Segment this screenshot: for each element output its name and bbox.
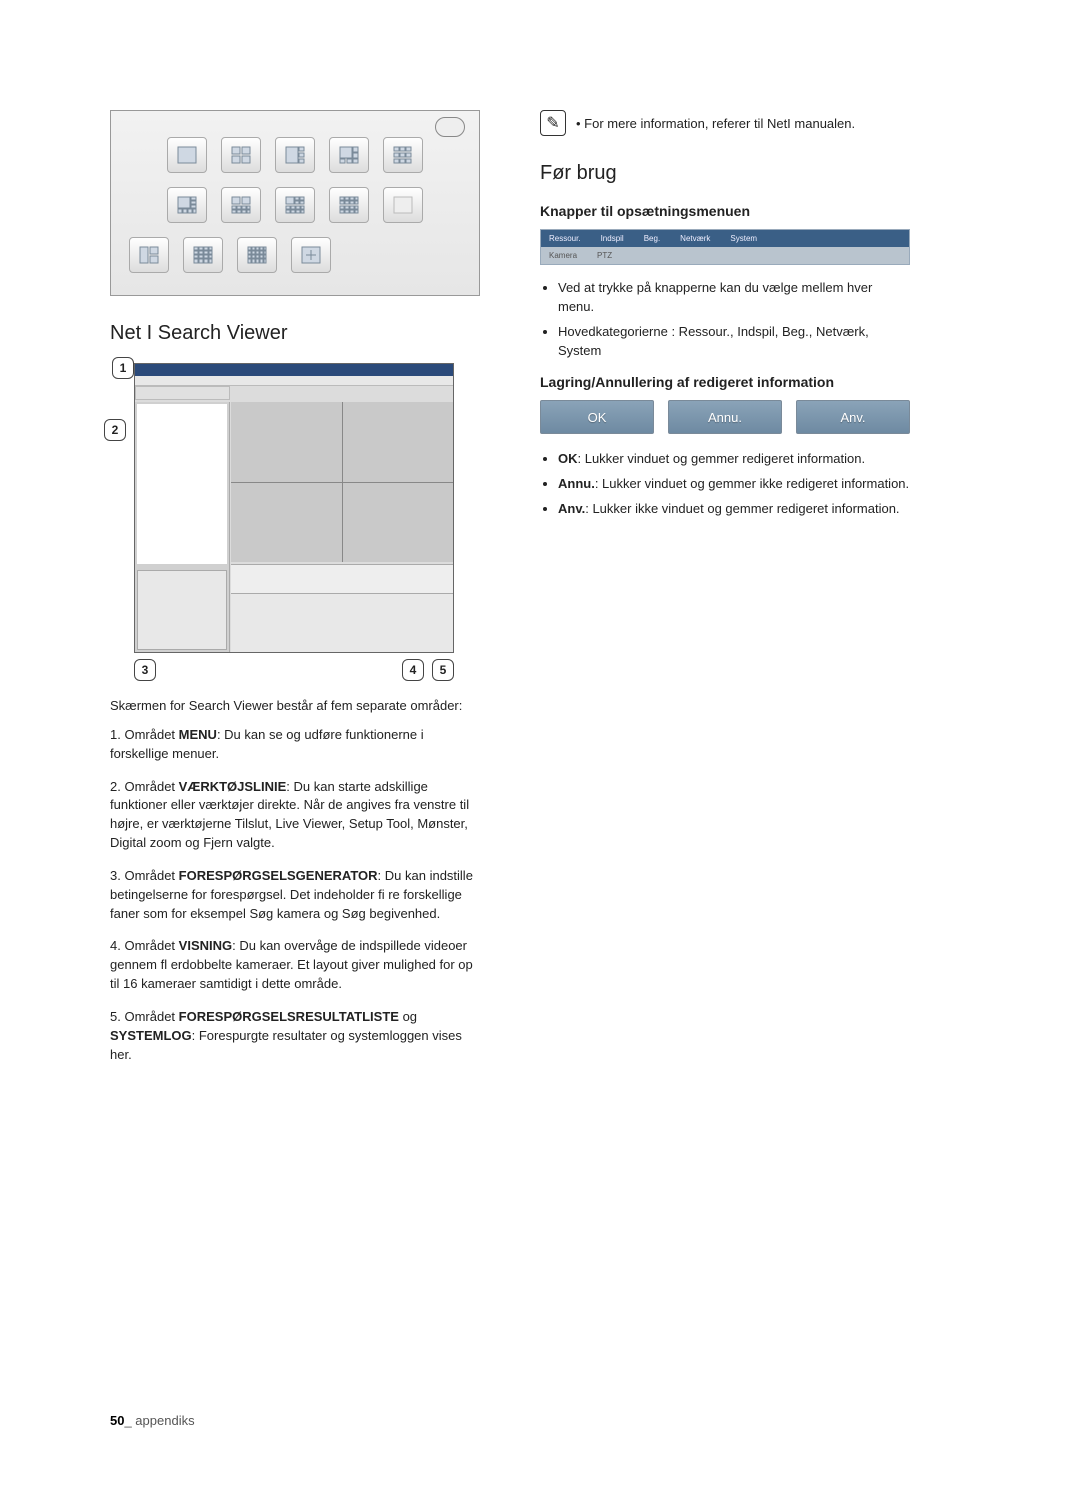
section-title-search-viewer: Net I Search Viewer (110, 322, 480, 345)
layout-1plus12-icon (275, 187, 315, 223)
bullet-ok: OK: Lukker vinduet og gemmer redigeret i… (558, 450, 910, 469)
anv-button[interactable]: Anv. (796, 400, 910, 434)
callout-2: 2 (104, 419, 126, 441)
layout-3x3-icon (383, 137, 423, 173)
layout-5b-icon (183, 237, 223, 273)
list-item-3: 3. Området FORESPØRGSELSGENERATOR: Du ka… (110, 867, 480, 924)
layout-2x2-icon (221, 137, 261, 173)
list-item-4: 4. Området VISNING: Du kan overvåge de i… (110, 937, 480, 994)
heading-save-cancel: Lagring/Annullering af redigeret informa… (540, 374, 910, 390)
layout-2plus8-icon (221, 187, 261, 223)
note-icon: ✎ (540, 110, 566, 136)
layout-5c-icon (237, 237, 277, 273)
layout-1x1-icon (167, 137, 207, 173)
annu-button[interactable]: Annu. (668, 400, 782, 434)
callout-3: 3 (134, 659, 156, 681)
heading-before-use: Før brug (540, 162, 910, 185)
layout-1plus7-icon (167, 187, 207, 223)
intro-text: Skærmen for Search Viewer består af fem … (110, 697, 480, 716)
bullet-annu: Annu.: Lukker vinduet og gemmer ikke red… (558, 475, 910, 494)
layout-1plus5-icon (329, 137, 369, 173)
heading-setup-buttons: Knapper til opsætningsmenuen (540, 203, 910, 219)
layout-5a-icon (129, 237, 169, 273)
layout-1plus3-icon (275, 137, 315, 173)
list-item-1: 1. Området MENU: Du kan se og udføre fun… (110, 726, 480, 764)
corner-badge (435, 117, 465, 137)
bullet-menu-2: Hovedkategorierne : Ressour., Indspil, B… (558, 323, 910, 361)
callout-5: 5 (432, 659, 454, 681)
layout-4x4-icon (329, 187, 369, 223)
list-item-2: 2. Området VÆRKTØJSLINIE: Du kan starte … (110, 778, 480, 853)
search-viewer-screenshot (134, 363, 454, 653)
note-text: For mere information, referer til NetI m… (584, 116, 855, 131)
bullet-menu-1: Ved at trykke på knapperne kan du vælge … (558, 279, 910, 317)
layout-selector-thumb (110, 110, 480, 296)
list-item-5: 5. Området FORESPØRGSELSRESULTATLISTE og… (110, 1008, 480, 1065)
bullet-anv: Anv.: Lukker ikke vinduet og gemmer redi… (558, 500, 910, 519)
page-footer: 50_ appendiks (110, 1413, 195, 1428)
ok-button[interactable]: OK (540, 400, 654, 434)
layout-blank-icon (383, 187, 423, 223)
setup-menu-strip: Ressour. Indspil Beg. Netværk System Kam… (540, 229, 910, 265)
layout-fullscreen-icon (291, 237, 331, 273)
callout-4: 4 (402, 659, 424, 681)
callout-1: 1 (112, 357, 134, 379)
